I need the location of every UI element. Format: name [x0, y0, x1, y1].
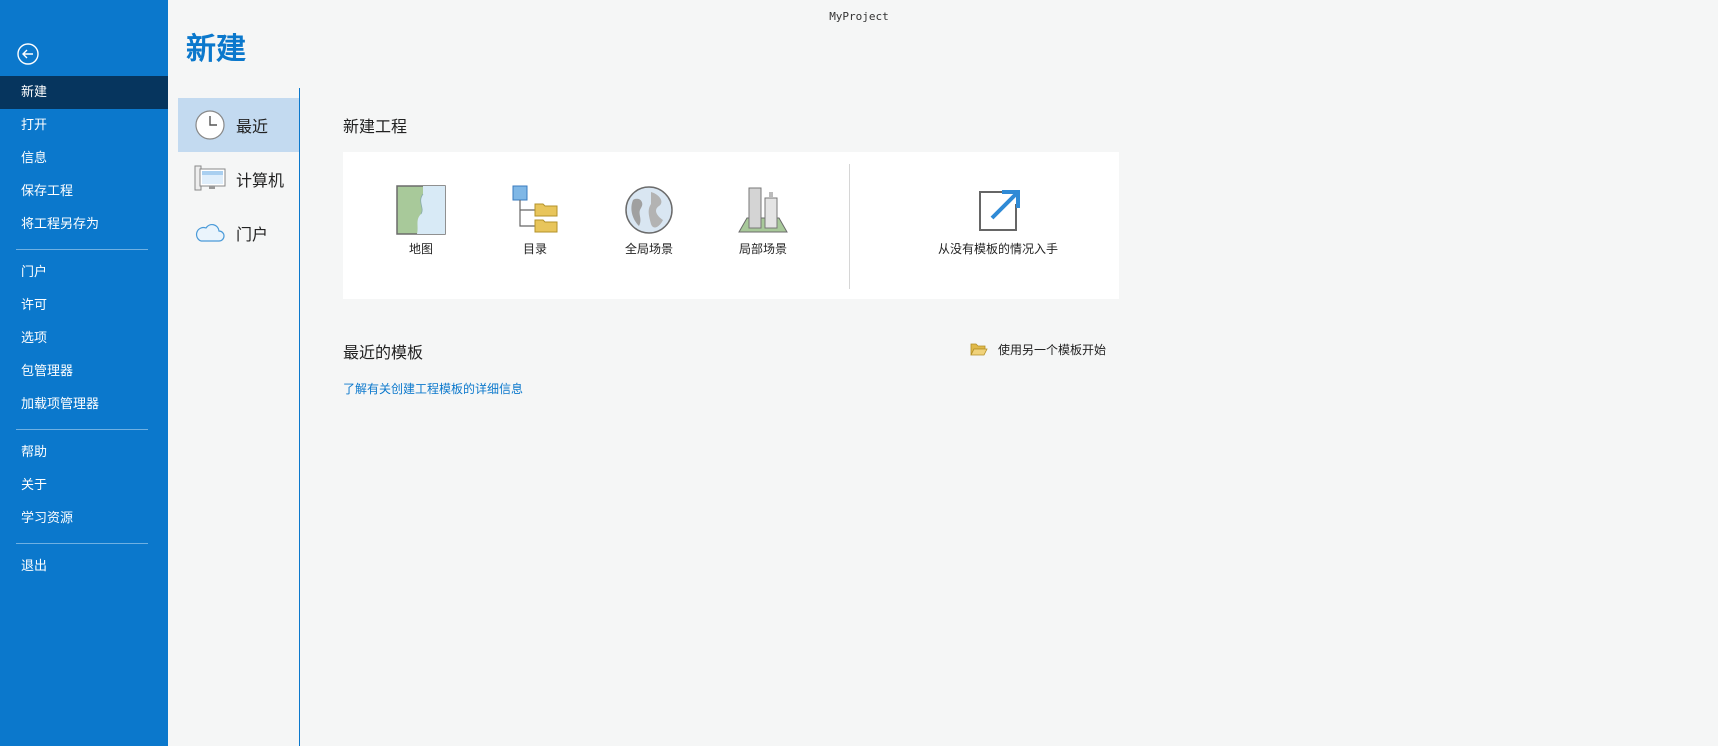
nav-group-help: 帮助 关于 学习资源	[0, 436, 168, 535]
nav-item-options[interactable]: 选项	[0, 322, 168, 355]
tile-local-scene[interactable]: 局部场景	[713, 184, 813, 257]
folder-open-icon	[970, 343, 988, 356]
back-arrow-icon[interactable]	[16, 42, 40, 66]
nav-item-addin-manager[interactable]: 加载项管理器	[0, 388, 168, 421]
globe-icon	[625, 186, 673, 234]
catalog-icon	[512, 185, 558, 233]
subnav-item-recent[interactable]: 最近	[178, 98, 299, 152]
tile-map[interactable]: 地图	[371, 184, 471, 257]
nav-item-about[interactable]: 关于	[0, 469, 168, 502]
use-another-template-label: 使用另一个模板开始	[998, 342, 1107, 357]
tile-label: 全局场景	[624, 242, 673, 256]
nav-item-learning-resources[interactable]: 学习资源	[0, 502, 168, 535]
nav-item-open[interactable]: 打开	[0, 109, 168, 142]
tile-label: 地图	[408, 242, 433, 256]
recent-templates-title: 最近的模板	[343, 343, 424, 362]
learn-templates-link[interactable]: 了解有关创建工程模板的详细信息	[343, 380, 523, 397]
subnav-item-portal[interactable]: 门户	[178, 206, 299, 260]
subnav-item-computer[interactable]: 计算机	[178, 152, 299, 206]
nav-item-license[interactable]: 许可	[0, 289, 168, 322]
nav-divider	[16, 429, 148, 430]
cloud-icon	[194, 217, 226, 249]
subnav-panel: 最近 计算机 门户	[178, 88, 300, 746]
new-project-title: 新建工程	[343, 117, 408, 136]
window-title: MyProject	[829, 10, 889, 23]
nav-item-package-manager[interactable]: 包管理器	[0, 355, 168, 388]
new-window-icon	[979, 190, 1020, 231]
nav-divider	[16, 249, 148, 250]
nav-item-info[interactable]: 信息	[0, 142, 168, 175]
nav-group-exit: 退出	[0, 550, 168, 583]
tile-catalog[interactable]: 目录	[485, 184, 585, 257]
backstage-sidebar: 新建 打开 信息 保存工程 将工程另存为 门户 许可 选项 包管理器 加载项管理…	[0, 0, 168, 746]
subnav-item-label: 最近	[236, 117, 269, 136]
tile-global-scene[interactable]: 全局场景	[599, 184, 699, 257]
card-divider	[849, 164, 850, 289]
nav-item-portal[interactable]: 门户	[0, 256, 168, 289]
nav-group-settings: 门户 许可 选项 包管理器 加载项管理器	[0, 256, 168, 421]
tile-blank-project[interactable]: 从没有模板的情况入手	[918, 184, 1078, 257]
nav-item-save-as[interactable]: 将工程另存为	[0, 208, 168, 241]
nav-item-save-project[interactable]: 保存工程	[0, 175, 168, 208]
new-project-card: 地图 目录 全局场景 局部场景 从没有模板的情况入手	[343, 152, 1119, 299]
nav-group-file: 新建 打开 信息 保存工程 将工程另存为	[0, 76, 168, 241]
use-another-template-button[interactable]: 使用另一个模板开始	[970, 338, 1106, 360]
nav-item-help[interactable]: 帮助	[0, 436, 168, 469]
tile-label: 目录	[522, 242, 547, 256]
computer-icon	[194, 163, 226, 195]
clock-icon	[194, 109, 226, 141]
subnav-item-label: 门户	[236, 225, 269, 244]
page-title: 新建	[186, 32, 246, 67]
local-scene-icon	[738, 187, 788, 233]
nav-item-new[interactable]: 新建	[0, 76, 168, 109]
nav-divider	[16, 543, 148, 544]
nav-item-exit[interactable]: 退出	[0, 550, 168, 583]
tile-label: 从没有模板的情况入手	[937, 242, 1058, 256]
subnav-item-label: 计算机	[236, 171, 285, 190]
map-icon	[396, 185, 446, 235]
tile-label: 局部场景	[738, 242, 787, 256]
